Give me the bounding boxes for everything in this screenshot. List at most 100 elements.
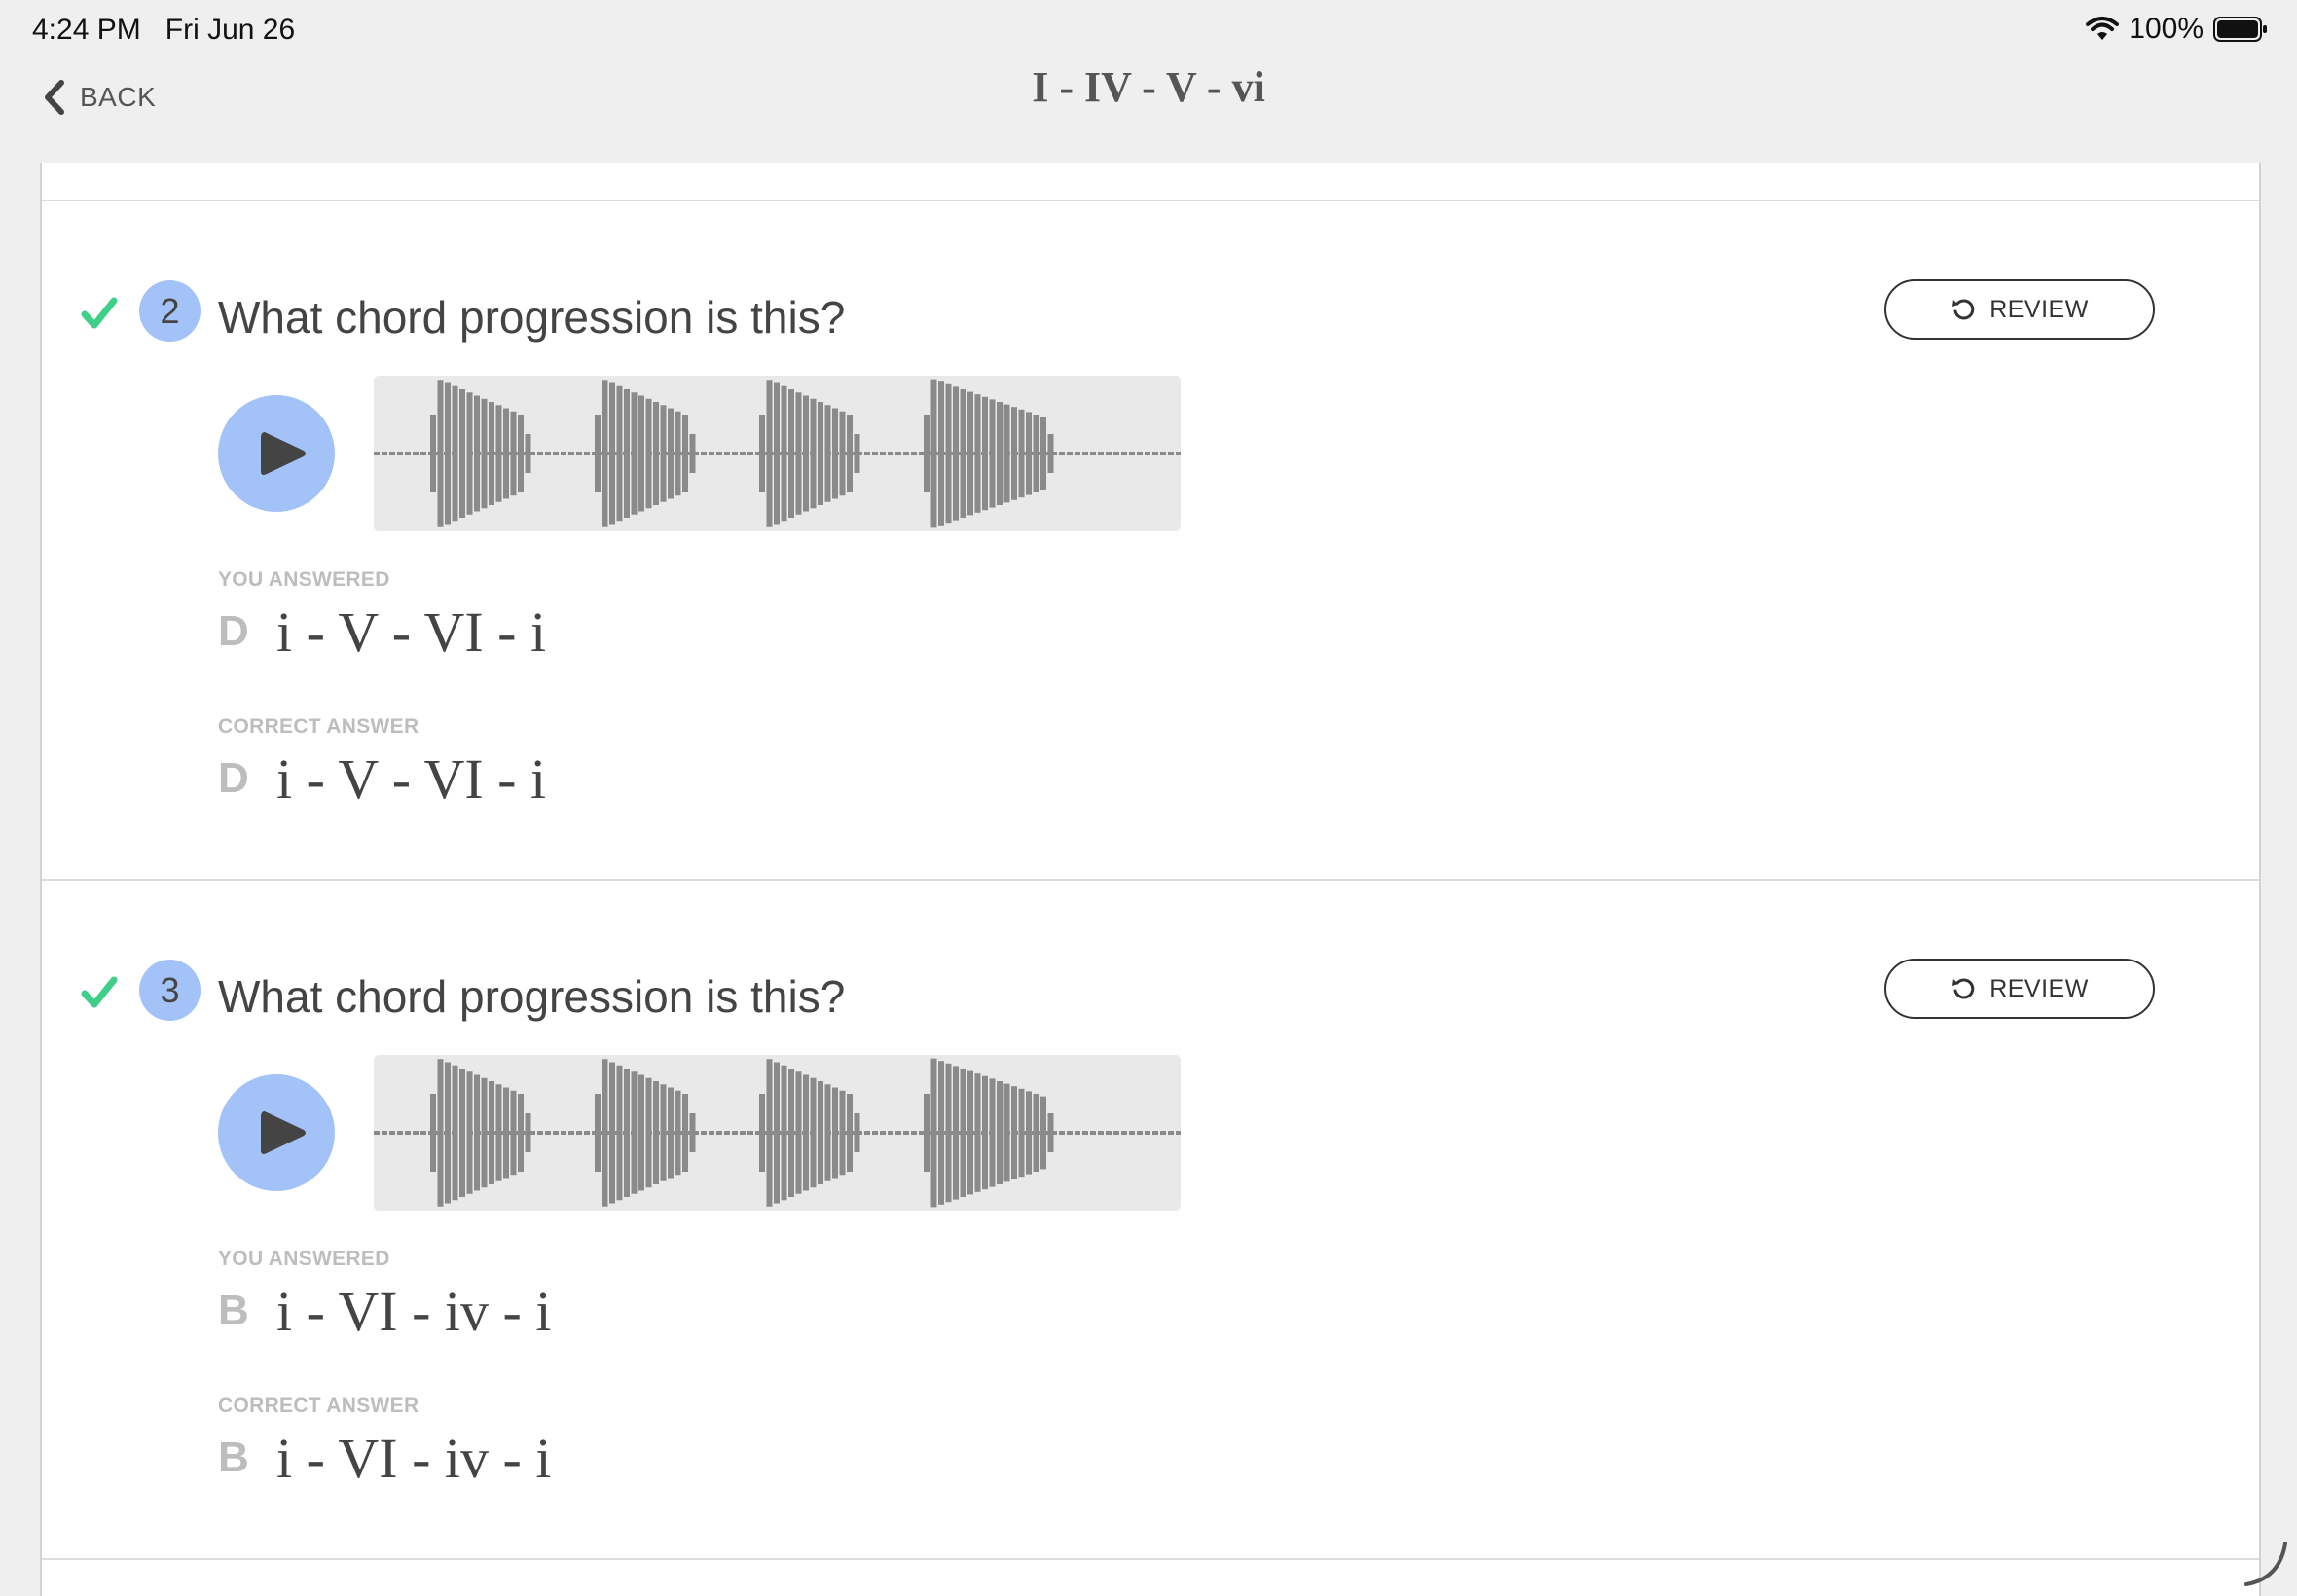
waveform-bar <box>1026 412 1032 495</box>
waveform-bar <box>974 394 981 513</box>
waveform-bar <box>609 382 615 525</box>
waveform-bar <box>774 1062 780 1204</box>
correct-answer-label: CORRECT ANSWER <box>218 1395 419 1417</box>
waveform-bar <box>1018 1088 1025 1178</box>
waveform-bar <box>653 1081 659 1184</box>
waveform-bar <box>518 415 524 492</box>
waveform-bar <box>945 383 952 524</box>
waveform-bar <box>803 1074 809 1191</box>
waveform-bar <box>960 1069 966 1197</box>
waveform-bar <box>445 382 451 525</box>
answer-text: i - V - VI - i <box>276 599 547 664</box>
waveform-bar <box>766 1059 773 1207</box>
audio-waveform[interactable] <box>374 376 1181 531</box>
waveform-bar <box>1047 1113 1054 1152</box>
correct-answer: D i - V - VI - i <box>218 747 546 811</box>
waveform-bar <box>675 411 681 496</box>
waveform-bar <box>1040 1096 1046 1170</box>
play-button[interactable] <box>218 1074 335 1191</box>
waveform-bar <box>960 389 966 518</box>
play-icon <box>261 432 306 475</box>
status-date: Fri Jun 26 <box>164 14 296 46</box>
waveform-bar <box>489 1081 494 1184</box>
answer-letter: B <box>218 1433 249 1481</box>
waveform-bar <box>510 1090 517 1176</box>
refresh-icon <box>1952 299 1975 320</box>
waveform-bar <box>631 1071 638 1194</box>
question-item: 2 What chord progression is this? REVIEW… <box>42 201 2259 879</box>
waveform-bar <box>668 1087 674 1179</box>
play-button[interactable] <box>218 395 335 512</box>
waveform-bar <box>759 1094 765 1172</box>
scroll-indicator-icon <box>2244 1542 2287 1586</box>
waveform-bar <box>616 1065 623 1201</box>
waveform-bar <box>818 402 823 505</box>
waveform-bar <box>795 1071 802 1194</box>
waveform-bar <box>982 396 988 511</box>
waveform-bar <box>645 398 652 509</box>
waveform-bar <box>525 434 531 473</box>
waveform-bar <box>1040 417 1046 490</box>
waveform-bar <box>481 1077 488 1188</box>
status-time: 4:24 PM <box>32 14 141 46</box>
waveform-bar <box>459 389 465 518</box>
waveform <box>374 1058 1181 1208</box>
waveform-bar <box>474 395 480 512</box>
waveform-bar <box>495 1084 502 1181</box>
answer-text: i - V - VI - i <box>276 746 547 811</box>
waveform-bar <box>989 399 996 508</box>
waveform-bar <box>967 1070 973 1195</box>
waveform-bar <box>818 1081 823 1184</box>
answer-letter: D <box>218 607 249 655</box>
waveform-bar <box>924 1094 930 1172</box>
waveform-bar <box>682 1094 688 1172</box>
waveform-bar <box>930 379 937 528</box>
waveform-bar <box>689 434 696 473</box>
answer-text: i - VI - iv - i <box>276 1426 552 1490</box>
waveform-bar <box>832 1087 838 1179</box>
question-text: What chord progression is this? <box>218 971 846 1022</box>
waveform-bar <box>503 408 509 499</box>
waveform-bar <box>474 1074 480 1191</box>
waveform-bar <box>689 1113 696 1152</box>
waveform-bar <box>924 415 930 492</box>
waveform-bar <box>466 1071 473 1194</box>
review-button[interactable]: REVIEW <box>1884 279 2155 340</box>
waveform-bar <box>602 1059 608 1207</box>
play-icon <box>261 1111 306 1154</box>
refresh-icon <box>1952 978 1975 999</box>
waveform-bar <box>645 1077 652 1188</box>
answer-text: i - VI - iv - i <box>276 1279 552 1343</box>
waveform-bar <box>1033 1094 1039 1172</box>
waveform-bar <box>638 395 644 512</box>
waveform-bar <box>788 389 794 518</box>
waveform-bar <box>982 1075 988 1190</box>
waveform-bar <box>803 395 809 512</box>
waveform-bar <box>481 398 488 509</box>
waveform-bar <box>675 1090 681 1176</box>
waveform-bar <box>653 402 659 505</box>
waveform-bar <box>510 411 517 496</box>
waveform-bar <box>974 1073 981 1192</box>
waveform-bar <box>766 380 773 527</box>
you-answered-label: YOU ANSWERED <box>218 568 390 591</box>
waveform-bar <box>452 1065 458 1201</box>
waveform-bar <box>781 385 787 522</box>
results-list[interactable]: 2 What chord progression is this? REVIEW… <box>40 163 2261 1596</box>
status-right: 100% <box>2086 13 2268 46</box>
waveform-bar <box>682 415 688 492</box>
waveform-bar <box>1003 404 1010 503</box>
waveform-bar <box>1047 434 1054 473</box>
question-text: What chord progression is this? <box>218 292 846 343</box>
waveform-bar <box>459 1069 465 1197</box>
review-label: REVIEW <box>1989 974 2089 1002</box>
waveform-bar <box>624 389 630 518</box>
review-button[interactable]: REVIEW <box>1884 959 2155 1019</box>
audio-waveform[interactable] <box>374 1055 1181 1211</box>
review-label: REVIEW <box>1989 295 2089 323</box>
waveform-bar <box>430 1094 436 1172</box>
waveform-bar <box>437 1059 444 1207</box>
you-answered-label: YOU ANSWERED <box>218 1248 390 1270</box>
you-answered: B i - VI - iv - i <box>218 1280 551 1343</box>
correct-answer-label: CORRECT ANSWER <box>218 715 419 738</box>
